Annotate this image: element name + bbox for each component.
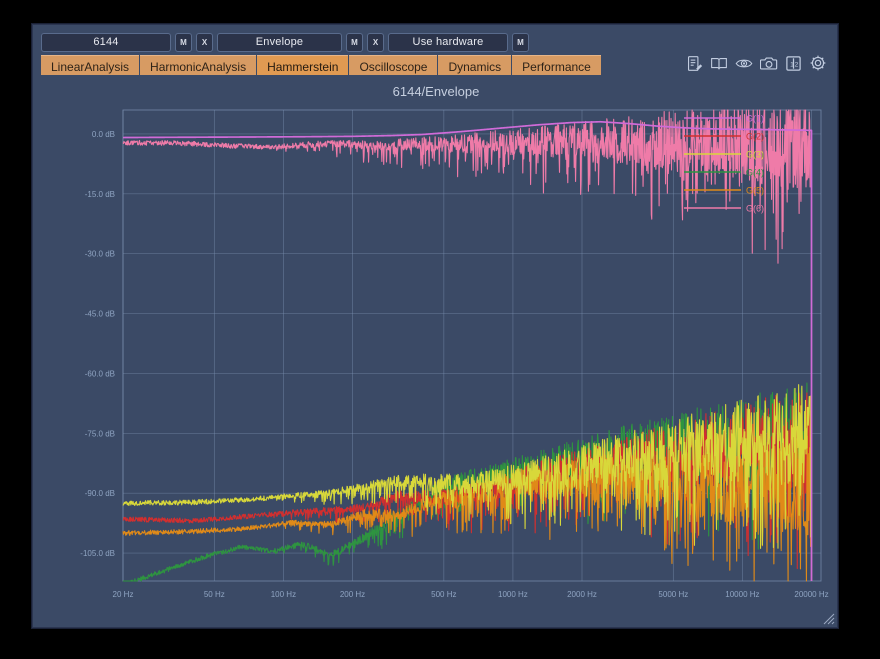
- measurement-field[interactable]: Envelope: [217, 33, 342, 52]
- resize-grip[interactable]: [821, 611, 835, 625]
- svg-text:1: 1: [790, 61, 794, 68]
- x-axis-tick: 50 Hz: [204, 590, 225, 599]
- hardware-m-button[interactable]: M: [512, 33, 529, 52]
- svg-text:2: 2: [795, 61, 799, 68]
- y-axis-tick: -45.0 dB: [85, 310, 115, 319]
- toolbar-icons: 1 2: [686, 54, 827, 72]
- application-window: 6144 M X Envelope M X Use hardware M Lin…: [32, 24, 838, 628]
- tab-dynamics[interactable]: Dynamics: [438, 55, 511, 77]
- x-axis-tick: 2000 Hz: [567, 590, 597, 599]
- parameter-field-row: 6144 M X Envelope M X Use hardware M: [41, 32, 529, 52]
- y-axis-tick: -105.0 dB: [80, 549, 115, 558]
- tab-performance[interactable]: Performance: [512, 55, 601, 77]
- tab-oscilloscope[interactable]: Oscilloscope: [349, 55, 437, 77]
- eye-icon[interactable]: [735, 55, 753, 72]
- y-axis-tick: -15.0 dB: [85, 190, 115, 199]
- x-axis-tick: 10000 Hz: [725, 590, 759, 599]
- device-field[interactable]: 6144: [41, 33, 171, 52]
- legend-label: G(2): [746, 132, 764, 142]
- legend-label: G(5): [746, 186, 764, 196]
- x-axis-tick: 5000 Hz: [658, 590, 688, 599]
- tab-harmonicanalysis[interactable]: HarmonicAnalysis: [140, 55, 256, 77]
- device-x-button[interactable]: X: [196, 33, 213, 52]
- x-axis-tick: 100 Hz: [271, 590, 296, 599]
- notes-icon[interactable]: [686, 55, 703, 72]
- tab-bar: LinearAnalysis HarmonicAnalysis Hammerst…: [41, 55, 601, 77]
- device-m-button[interactable]: M: [175, 33, 192, 52]
- plot-panel: 6144/Envelope 0.0 dB-15.0 dB-30.0 dB-45.…: [41, 75, 831, 621]
- x-axis-tick: 20 Hz: [113, 590, 134, 599]
- legend-label: G(3): [746, 150, 764, 160]
- hardware-field[interactable]: Use hardware: [388, 33, 508, 52]
- tab-hammerstein[interactable]: Hammerstein: [257, 55, 348, 77]
- y-axis-tick: -90.0 dB: [85, 489, 115, 498]
- y-axis-tick: -30.0 dB: [85, 250, 115, 259]
- y-axis-tick: -75.0 dB: [85, 429, 115, 438]
- camera-icon[interactable]: [760, 55, 778, 72]
- x-axis-tick: 200 Hz: [340, 590, 365, 599]
- book-icon[interactable]: [710, 55, 728, 72]
- legend-label: G(6): [746, 204, 764, 214]
- legend-label: G(4): [746, 168, 764, 178]
- measurement-x-button[interactable]: X: [367, 33, 384, 52]
- gear-icon[interactable]: [809, 54, 827, 72]
- measurement-m-button[interactable]: M: [346, 33, 363, 52]
- y-axis-tick: -60.0 dB: [85, 369, 115, 378]
- legend-label: G(1): [746, 114, 764, 124]
- x-axis-tick: 20000 Hz: [794, 590, 828, 599]
- spectrum-chart[interactable]: 0.0 dB -15.0 dB -30.0 dB -45.0 dB -60.0 dB -7…: [41, 75, 831, 621]
- split-view-icon[interactable]: 1 2: [785, 55, 802, 72]
- x-axis-tick: 500 Hz: [431, 590, 456, 599]
- x-axis-tick: 1000 Hz: [498, 590, 528, 599]
- y-axis-tick: 0.0 dB: [92, 130, 115, 139]
- tab-linearanalysis[interactable]: LinearAnalysis: [41, 55, 139, 77]
